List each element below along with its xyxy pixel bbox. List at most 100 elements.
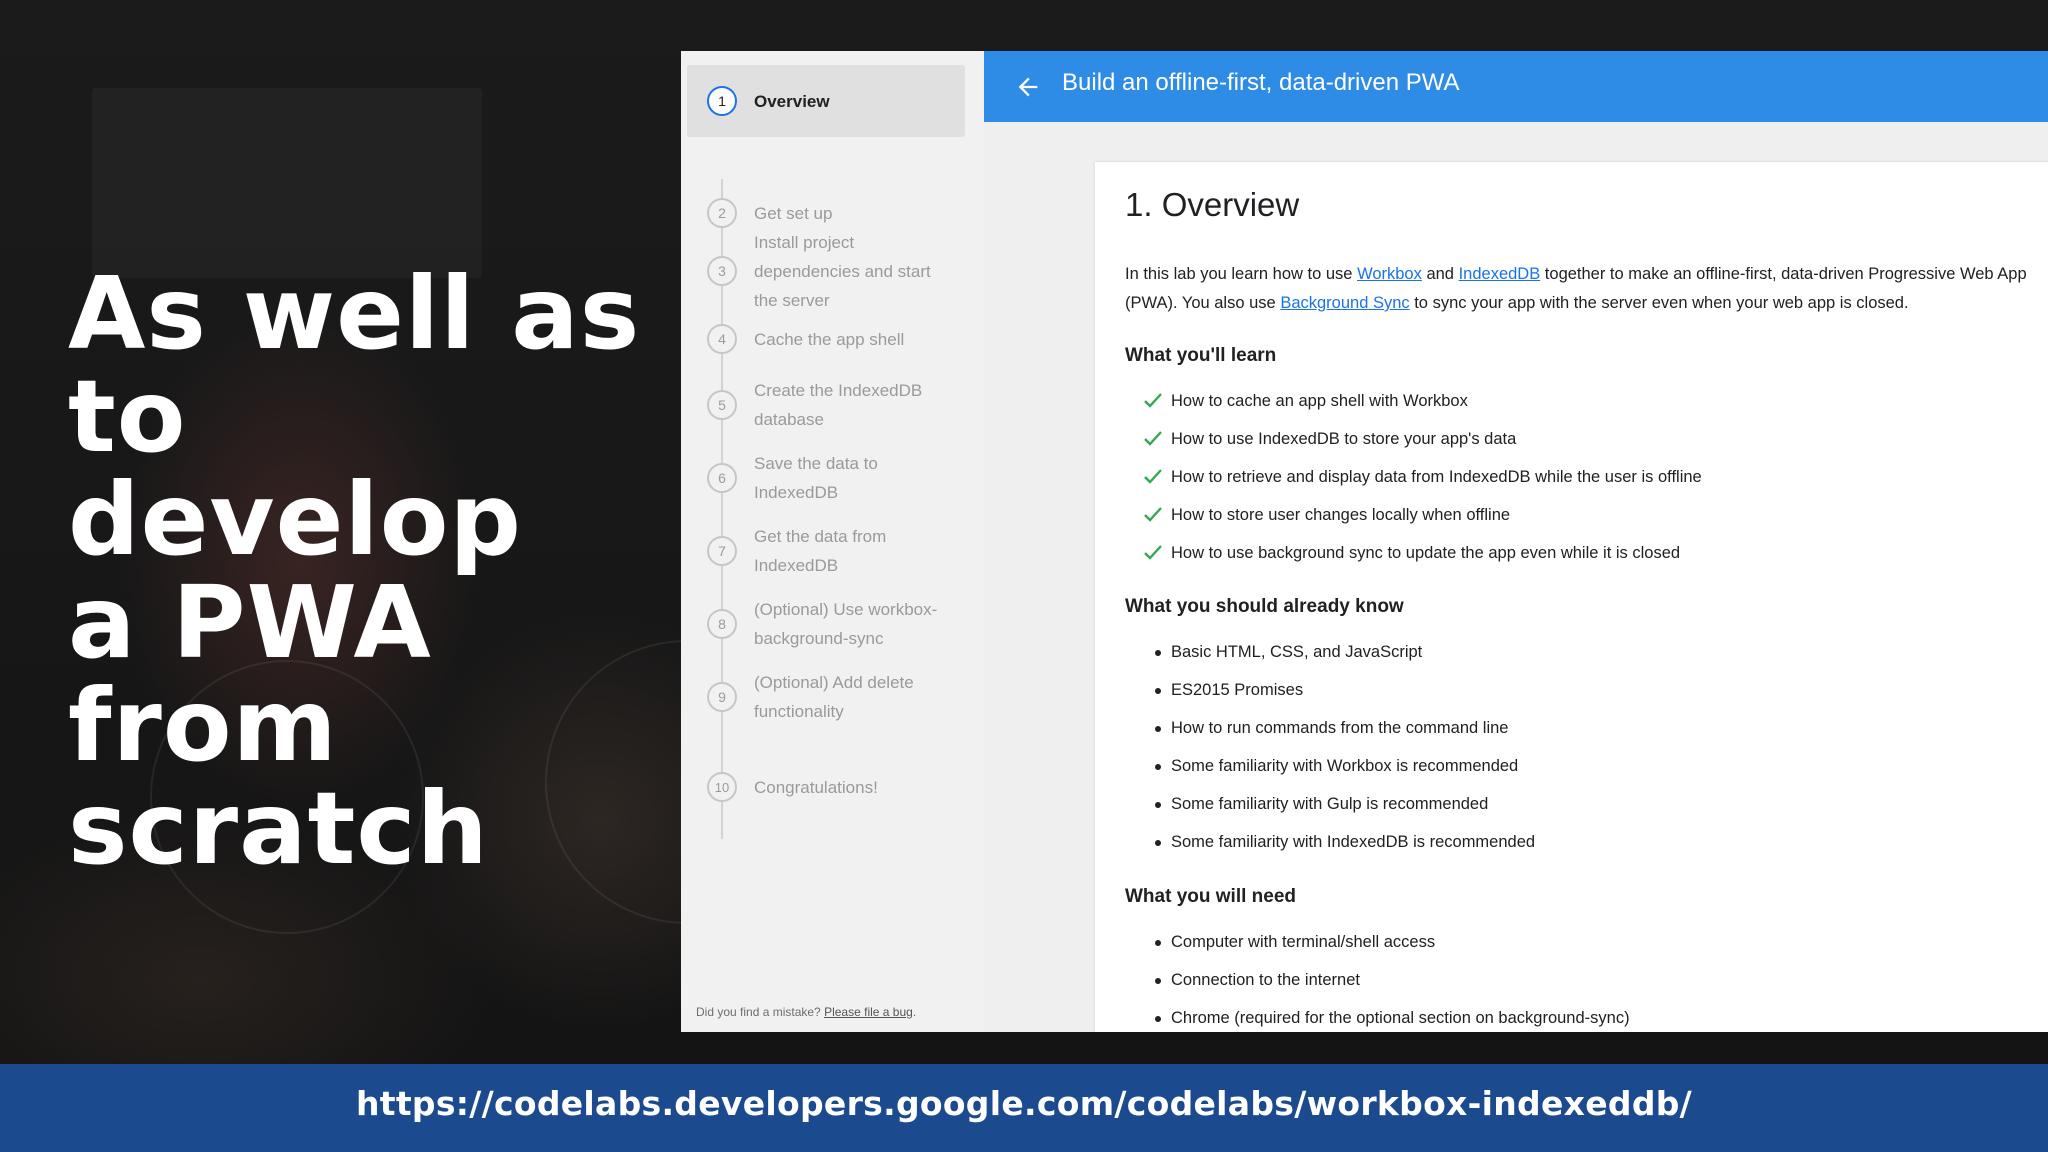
check-icon bbox=[1144, 469, 1162, 484]
step-item-save-data[interactable]: 6 Save the data to IndexedDB bbox=[687, 442, 965, 514]
requirement-item: Computer with terminal/shell access bbox=[1125, 930, 1630, 968]
step-item-create-indexeddb[interactable]: 5 Create the IndexedDB database bbox=[687, 369, 965, 441]
requirement-text: Chrome (required for the optional sectio… bbox=[1171, 1009, 1630, 1027]
feedback-footer: Did you find a mistake? Please file a bu… bbox=[696, 1005, 916, 1019]
step-label: Install project dependencies and start t… bbox=[754, 232, 931, 310]
step-number: 1 bbox=[707, 86, 737, 116]
bullet bbox=[1155, 802, 1161, 808]
learn-item: How to use IndexedDB to store your app's… bbox=[1125, 427, 1702, 465]
headline-line: a PWA bbox=[68, 564, 432, 681]
bullet bbox=[1155, 726, 1161, 732]
arrow-left-icon[interactable] bbox=[1014, 73, 1042, 101]
prerequisite-text: Some familiarity with IndexedDB is recom… bbox=[1171, 833, 1536, 851]
learn-item-text: How to use background sync to update the… bbox=[1171, 544, 1681, 562]
learn-item-text: How to store user changes locally when o… bbox=[1171, 506, 1511, 524]
step-number: 4 bbox=[707, 324, 737, 354]
url-banner: https://codelabs.developers.google.com/c… bbox=[0, 1064, 2048, 1152]
learn-item: How to retrieve and display data from In… bbox=[1125, 465, 1702, 503]
step-number: 7 bbox=[707, 536, 737, 566]
steps-sidebar: 1 Overview 2 Get set up 3 Install projec… bbox=[681, 51, 984, 1032]
requirement-item: Connection to the internet bbox=[1125, 968, 1630, 1006]
headline-line: to develop bbox=[68, 358, 522, 578]
prerequisite-item: Basic HTML, CSS, and JavaScript bbox=[1125, 640, 1535, 678]
step-number: 3 bbox=[707, 256, 737, 286]
step-label: (Optional) Add delete functionality bbox=[754, 673, 914, 721]
learn-item: How to store user changes locally when o… bbox=[1125, 503, 1702, 541]
indexeddb-link[interactable]: IndexedDB bbox=[1459, 265, 1541, 283]
bullet bbox=[1155, 650, 1161, 656]
step-number: 10 bbox=[707, 772, 737, 802]
learn-item-text: How to cache an app shell with Workbox bbox=[1171, 392, 1468, 410]
prerequisites-heading: What you should already know bbox=[1125, 596, 1404, 617]
step-label: (Optional) Use workbox-background-sync bbox=[754, 600, 938, 648]
learn-item-text: How to use IndexedDB to store your app's… bbox=[1171, 430, 1517, 448]
step-item-install-dependencies[interactable]: 3 Install project dependencies and start… bbox=[687, 219, 965, 323]
feedback-text: Did you find a mistake? bbox=[696, 1005, 821, 1019]
check-icon bbox=[1144, 545, 1162, 560]
check-icon bbox=[1144, 393, 1162, 408]
prerequisites-list: Basic HTML, CSS, and JavaScript ES2015 P… bbox=[1125, 640, 1535, 868]
requirement-text: Computer with terminal/shell access bbox=[1171, 933, 1436, 951]
bullet bbox=[1155, 1016, 1161, 1022]
prerequisite-text: How to run commands from the command lin… bbox=[1171, 719, 1509, 737]
step-label: Congratulations! bbox=[754, 777, 878, 797]
headline-line: from bbox=[68, 667, 338, 784]
step-label: Save the data to IndexedDB bbox=[754, 454, 878, 502]
prerequisite-text: Some familiarity with Gulp is recommende… bbox=[1171, 795, 1489, 813]
step-number: 8 bbox=[707, 609, 737, 639]
learn-item-text: How to retrieve and display data from In… bbox=[1171, 468, 1702, 486]
requirement-text: Connection to the internet bbox=[1171, 971, 1360, 989]
requirements-list: Computer with terminal/shell access Conn… bbox=[1125, 930, 1630, 1032]
bullet bbox=[1155, 840, 1161, 846]
step-item-delete-functionality[interactable]: 9 (Optional) Add delete functionality bbox=[687, 661, 965, 733]
codelab-url: https://codelabs.developers.google.com/c… bbox=[355, 1084, 1693, 1123]
bullet bbox=[1155, 940, 1161, 946]
codelab-screenshot: 1 Overview 2 Get set up 3 Install projec… bbox=[681, 51, 2048, 1032]
section-heading: 1. Overview bbox=[1125, 186, 1300, 223]
step-number: 6 bbox=[707, 463, 737, 493]
learn-heading: What you'll learn bbox=[1125, 345, 1277, 366]
step-label: Get the data from IndexedDB bbox=[754, 527, 887, 575]
step-item-background-sync[interactable]: 8 (Optional) Use workbox-background-sync bbox=[687, 588, 965, 660]
requirement-item: Chrome (required for the optional sectio… bbox=[1125, 1006, 1630, 1032]
step-label: Cache the app shell bbox=[754, 329, 905, 349]
intro-text: In this lab you learn how to use bbox=[1125, 265, 1358, 283]
learn-list: How to cache an app shell with Workbox H… bbox=[1125, 389, 1702, 579]
feedback-period: . bbox=[912, 1005, 917, 1019]
learn-item: How to use background sync to update the… bbox=[1125, 541, 1702, 579]
workbox-link[interactable]: Workbox bbox=[1357, 265, 1422, 283]
prerequisite-text: Basic HTML, CSS, and JavaScript bbox=[1171, 643, 1423, 661]
learn-item: How to cache an app shell with Workbox bbox=[1125, 389, 1702, 427]
prerequisite-item: How to run commands from the command lin… bbox=[1125, 716, 1535, 754]
intro-text: and bbox=[1421, 265, 1459, 283]
prerequisite-item: ES2015 Promises bbox=[1125, 678, 1535, 716]
headline-line: As well as bbox=[68, 255, 641, 372]
prerequisite-item: Some familiarity with Gulp is recommende… bbox=[1125, 792, 1535, 830]
background-sync-link[interactable]: Background Sync bbox=[1280, 294, 1409, 312]
step-item-cache-app-shell[interactable]: 4 Cache the app shell bbox=[687, 315, 965, 363]
content-page: 1. Overview In this lab you learn how to… bbox=[1095, 162, 2048, 1032]
background-video-frame bbox=[92, 88, 482, 278]
step-item-overview[interactable]: 1 Overview bbox=[687, 65, 965, 137]
intro-text: to sync your app with the server even wh… bbox=[1409, 294, 1909, 312]
step-number: 5 bbox=[707, 390, 737, 420]
step-label: Create the IndexedDB database bbox=[754, 381, 923, 429]
codelab-topbar: Build an offline-first, data-driven PWA bbox=[984, 51, 2048, 122]
requirements-heading: What you will need bbox=[1125, 886, 1297, 907]
bullet bbox=[1155, 764, 1161, 770]
prerequisite-item: Some familiarity with Workbox is recomme… bbox=[1125, 754, 1535, 792]
step-item-get-data[interactable]: 7 Get the data from IndexedDB bbox=[687, 515, 965, 587]
prerequisite-item: Some familiarity with IndexedDB is recom… bbox=[1125, 830, 1535, 868]
prerequisite-text: ES2015 Promises bbox=[1171, 681, 1304, 699]
bullet bbox=[1155, 688, 1161, 694]
check-icon bbox=[1144, 431, 1162, 446]
slide-headline: As well as to develop a PWA from scratch bbox=[68, 262, 668, 880]
codelab-title: Build an offline-first, data-driven PWA bbox=[1062, 69, 1460, 96]
check-icon bbox=[1144, 507, 1162, 522]
step-item-congratulations[interactable]: 10 Congratulations! bbox=[687, 763, 965, 811]
file-bug-link[interactable]: Please file a bug bbox=[824, 1005, 913, 1019]
intro-paragraph: In this lab you learn how to use Workbox… bbox=[1125, 260, 2035, 318]
step-label: Overview bbox=[754, 91, 830, 111]
prerequisite-text: Some familiarity with Workbox is recomme… bbox=[1171, 757, 1519, 775]
headline-line: scratch bbox=[68, 770, 489, 887]
